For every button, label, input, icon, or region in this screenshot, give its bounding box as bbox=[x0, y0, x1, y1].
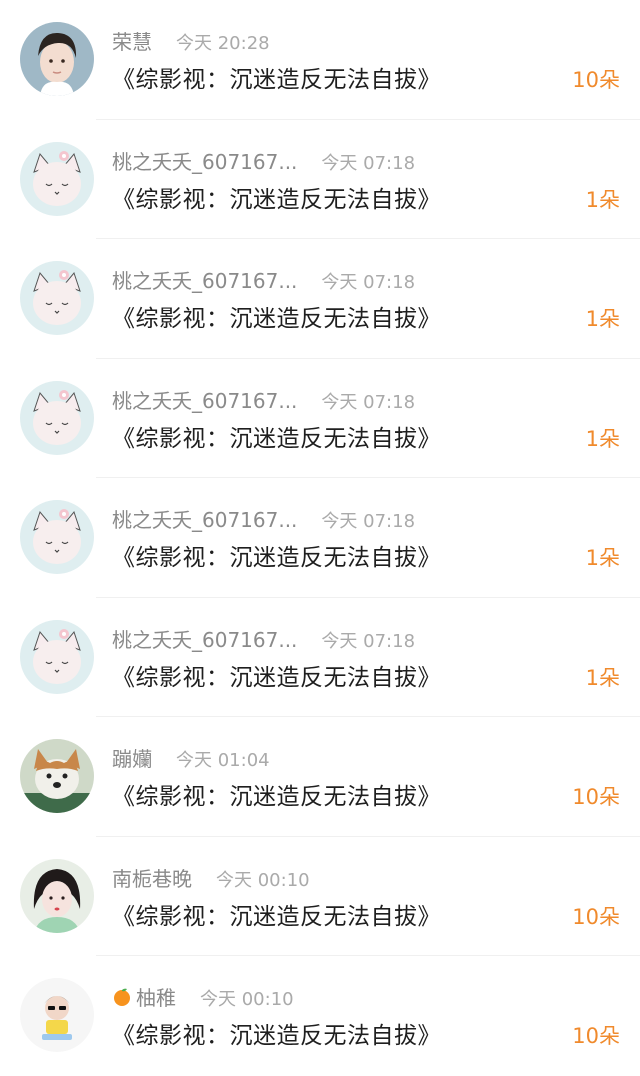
flower-count: 1朵 bbox=[585, 187, 620, 212]
user-name[interactable]: 桃之夭夭_607167... bbox=[112, 624, 297, 653]
list-item[interactable]: 桃之夭夭_607167... 今天 07:18 《综影视：沉迷造反无法自拔》 1… bbox=[0, 478, 640, 598]
timestamp: 今天 07:18 bbox=[321, 272, 416, 293]
user-name[interactable]: 柚稚 bbox=[112, 982, 176, 1011]
flower-count: 10朵 bbox=[572, 785, 620, 809]
book-title: 《综影视：沉迷造反无法自拔》 bbox=[112, 67, 441, 93]
list-item[interactable]: 桃之夭夭_607167... 今天 07:18 《综影视：沉迷造反无法自拔》 1… bbox=[0, 120, 640, 239]
avatar[interactable] bbox=[20, 22, 94, 96]
book-title: 《综影视：沉迷造反无法自拔》 bbox=[112, 306, 441, 332]
book-title: 《综影视：沉迷造反无法自拔》 bbox=[112, 664, 441, 691]
book-title: 《综影视：沉迷造反无法自拔》 bbox=[112, 784, 441, 810]
list-item[interactable]: 荣慧 今天 20:28 《综影视：沉迷造反无法自拔》 10朵 bbox=[0, 0, 640, 120]
user-name[interactable]: 桃之夭夭_607167... bbox=[112, 504, 297, 533]
book-title: 《综影视：沉迷造反无法自拔》 bbox=[112, 903, 441, 930]
timestamp: 今天 00:10 bbox=[200, 989, 294, 1010]
user-name[interactable]: 荣慧 bbox=[112, 26, 152, 55]
timestamp: 今天 00:10 bbox=[216, 869, 310, 891]
flower-count: 1朵 bbox=[585, 546, 620, 570]
user-name-text: 柚稚 bbox=[136, 986, 176, 1010]
list-item[interactable]: 桃之夭夭_607167... 今天 07:18 《综影视：沉迷造反无法自拔》 1… bbox=[0, 598, 640, 717]
list-item[interactable]: 蹦孏 今天 01:04 《综影视：沉迷造反无法自拔》 10朵 bbox=[0, 717, 640, 837]
flower-count: 1朵 bbox=[585, 426, 620, 451]
book-title: 《综影视：沉迷造反无法自拔》 bbox=[112, 425, 441, 452]
list-item[interactable]: 桃之夭夭_607167... 今天 07:18 《综影视：沉迷造反无法自拔》 1… bbox=[0, 239, 640, 359]
flower-count: 1朵 bbox=[585, 665, 620, 690]
avatar[interactable] bbox=[20, 261, 94, 335]
avatar[interactable] bbox=[20, 141, 94, 216]
user-name[interactable]: 桃之夭夭_607167... bbox=[112, 385, 297, 414]
timestamp: 今天 07:18 bbox=[321, 630, 416, 652]
tangerine-icon bbox=[112, 987, 132, 1007]
user-name[interactable]: 桃之夭夭_607167... bbox=[112, 265, 297, 294]
list-item[interactable]: 桃之夭夭_607167... 今天 07:18 《综影视：沉迷造反无法自拔》 1… bbox=[0, 359, 640, 478]
flower-count: 10朵 bbox=[572, 1024, 620, 1048]
timestamp: 今天 07:18 bbox=[321, 511, 416, 532]
avatar[interactable] bbox=[20, 858, 94, 933]
book-title: 《综影视：沉迷造反无法自拔》 bbox=[112, 1023, 441, 1049]
avatar[interactable] bbox=[20, 978, 94, 1052]
gift-record-list: 荣慧 今天 20:28 《综影视：沉迷造反无法自拔》 10朵 桃之夭夭_6071… bbox=[0, 0, 640, 1076]
timestamp: 今天 07:18 bbox=[321, 152, 416, 174]
timestamp: 今天 20:28 bbox=[176, 33, 270, 54]
avatar[interactable] bbox=[20, 500, 94, 574]
timestamp: 今天 01:04 bbox=[176, 750, 270, 771]
list-item[interactable]: 柚稚 今天 00:10 《综影视：沉迷造反无法自拔》 10朵 bbox=[0, 956, 640, 1076]
list-item[interactable]: 南栀巷晚 今天 00:10 《综影视：沉迷造反无法自拔》 10朵 bbox=[0, 837, 640, 956]
user-name[interactable]: 蹦孏 bbox=[112, 743, 152, 772]
avatar[interactable] bbox=[20, 739, 94, 813]
timestamp: 今天 07:18 bbox=[321, 391, 416, 413]
avatar[interactable] bbox=[20, 619, 94, 694]
book-title: 《综影视：沉迷造反无法自拔》 bbox=[112, 545, 441, 571]
flower-count: 1朵 bbox=[585, 307, 620, 331]
avatar[interactable] bbox=[20, 380, 94, 455]
book-title: 《综影视：沉迷造反无法自拔》 bbox=[112, 186, 441, 213]
user-name[interactable]: 桃之夭夭_607167... bbox=[112, 146, 297, 175]
user-name[interactable]: 南栀巷晚 bbox=[112, 863, 192, 892]
flower-count: 10朵 bbox=[572, 904, 620, 929]
flower-count: 10朵 bbox=[572, 68, 620, 92]
